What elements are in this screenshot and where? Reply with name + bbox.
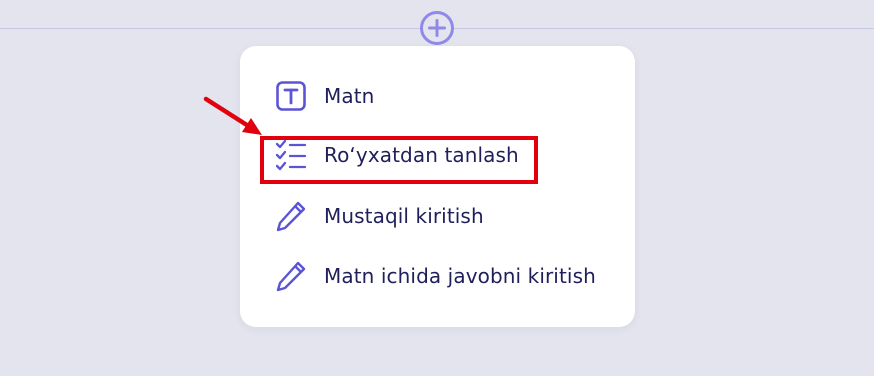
add-block-menu: Matn Ro‘yxatdan tanlash Mustaqil kiritis…: [240, 46, 635, 327]
plus-circle-icon: [420, 11, 454, 45]
checklist-icon: [274, 138, 308, 172]
text-icon: [274, 79, 308, 113]
menu-item-text[interactable]: Matn: [274, 77, 614, 115]
menu-item-label: Ro‘yxatdan tanlash: [324, 143, 519, 167]
add-block-button[interactable]: [420, 11, 454, 45]
menu-item-label: Mustaqil kiritish: [324, 204, 484, 228]
menu-item-select-from-list[interactable]: Ro‘yxatdan tanlash: [274, 136, 614, 174]
pencil-icon: [274, 259, 308, 293]
menu-item-inline-answer[interactable]: Matn ichida javobni kiritish: [274, 257, 614, 295]
menu-item-label: Matn: [324, 84, 375, 108]
menu-item-label: Matn ichida javobni kiritish: [324, 264, 596, 288]
pencil-icon: [274, 199, 308, 233]
menu-item-free-input[interactable]: Mustaqil kiritish: [274, 197, 614, 235]
